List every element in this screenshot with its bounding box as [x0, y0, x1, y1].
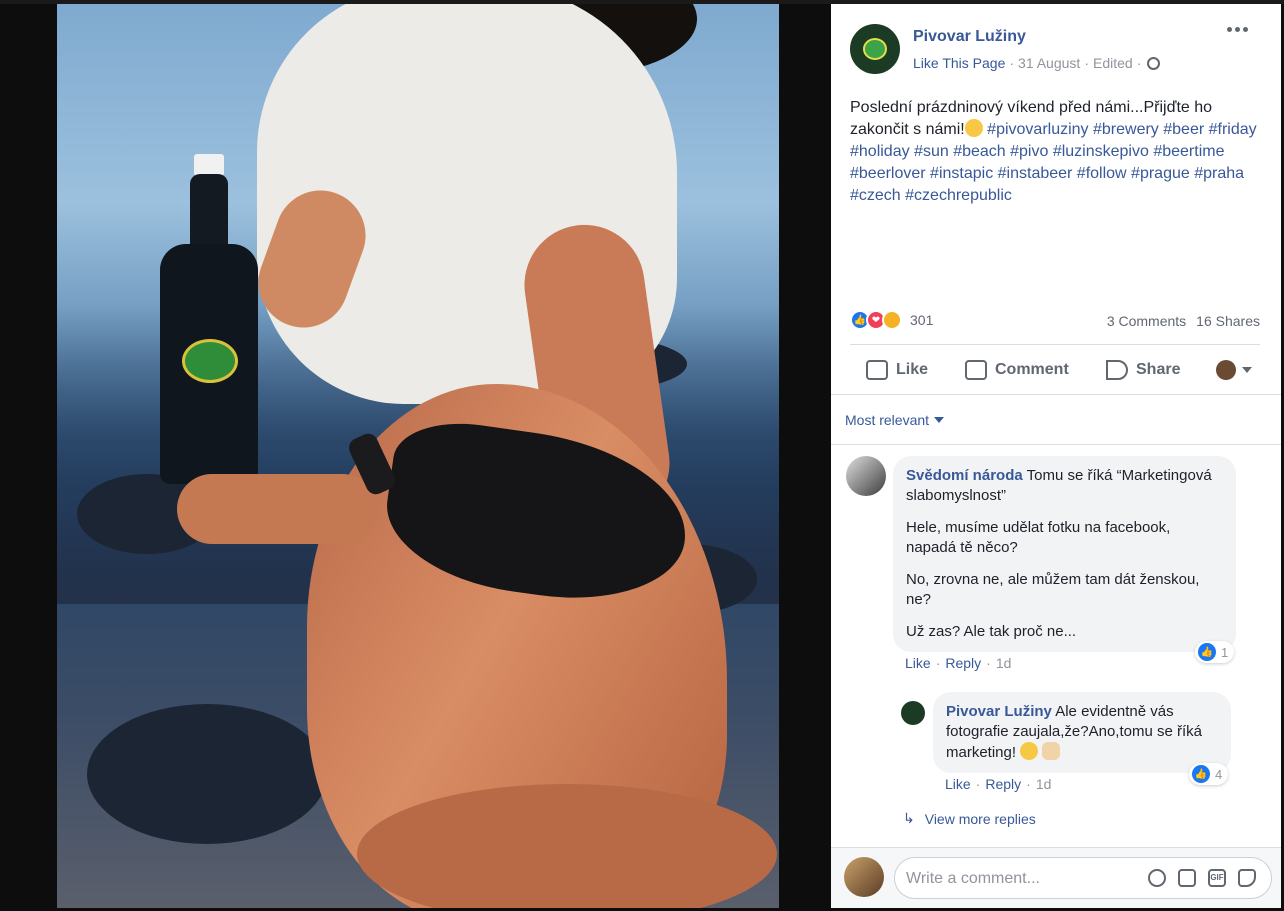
comment-text: No, zrovna ne, ale můžem tam dát ženskou… — [906, 571, 1200, 608]
reply-reactions[interactable]: 👍 4 — [1189, 763, 1229, 785]
share-label: Share — [1136, 361, 1181, 378]
composer-avatar[interactable] — [844, 857, 884, 897]
more-options-icon[interactable] — [1227, 27, 1248, 32]
camera-icon[interactable] — [1178, 869, 1196, 887]
like-button[interactable]: Like — [866, 360, 928, 380]
thumbs-up-icon — [866, 360, 888, 380]
like-reaction-icon: 👍 — [1198, 643, 1216, 661]
divider — [831, 394, 1281, 395]
commenter-avatar[interactable] — [846, 456, 886, 496]
reply-avatar[interactable] — [901, 701, 925, 725]
upside-down-face-emoji-icon — [964, 119, 983, 137]
gif-icon[interactable]: GIF — [1208, 869, 1226, 887]
brewery-logo-icon — [863, 38, 887, 60]
like-label: Like — [896, 361, 929, 378]
bottle-cap — [194, 154, 224, 176]
engagement-counts: 3 Comments 16 Shares — [1107, 313, 1260, 329]
page-avatar[interactable] — [850, 24, 900, 74]
view-more-replies-link[interactable]: ↳ View more replies — [903, 810, 1036, 827]
photo-rock — [87, 704, 327, 844]
reply-bubble: Pivovar Lužiny Ale evidentně vás fotogra… — [933, 692, 1231, 773]
comment-actions: Like · Reply · 1d — [905, 655, 1011, 671]
shares-count[interactable]: 16 Shares — [1196, 313, 1260, 329]
meta-separator: · — [1136, 55, 1142, 71]
meta-separator: · — [1009, 55, 1015, 71]
sort-label: Most relevant — [845, 412, 930, 428]
divider — [850, 344, 1260, 345]
bottle-neck — [190, 174, 228, 254]
meta-separator: · — [1084, 55, 1089, 71]
bottle-label — [182, 339, 238, 383]
comment-bubble: Svědomí národa Tomu se říká “Marketingov… — [893, 456, 1236, 652]
chevron-down-icon — [934, 417, 945, 423]
comment-label: Comment — [995, 361, 1069, 378]
post-side-panel: Pivovar Lužiny Like This Page · 31 Augus… — [831, 4, 1281, 908]
post-date[interactable]: 31 August — [1018, 55, 1080, 71]
photo-viewer: Pivovar Lužiny Like This Page · 31 Augus… — [0, 0, 1284, 911]
reply-reply-link[interactable]: Reply — [985, 776, 1021, 792]
reply-arrow-icon: ↳ — [903, 810, 915, 826]
actor-avatar — [1216, 360, 1236, 380]
actor-selector[interactable] — [1216, 360, 1252, 380]
comment-time[interactable]: 1d — [996, 655, 1012, 671]
comment-reply-link[interactable]: Reply — [945, 655, 981, 671]
emoji-icon[interactable] — [1148, 869, 1166, 887]
meta-separator: · — [975, 776, 981, 792]
chevron-down-icon — [1242, 367, 1252, 373]
meta-separator: · — [935, 655, 941, 671]
reply-author[interactable]: Pivovar Lužiny — [946, 703, 1052, 720]
reply-like-link[interactable]: Like — [945, 776, 971, 792]
comment-text: Hele, musíme udělat fotku na facebook, n… — [906, 519, 1171, 556]
post-text: Poslední prázdninový víkend před námi...… — [850, 97, 1260, 207]
share-arrow-icon — [1106, 360, 1128, 380]
speech-bubble-icon — [965, 360, 987, 380]
meta-separator: · — [1026, 776, 1031, 792]
globe-icon[interactable] — [1147, 56, 1161, 70]
wow-reaction-icon — [882, 310, 902, 330]
comment-author[interactable]: Svědomí národa — [906, 467, 1023, 484]
reply-reaction-count: 4 — [1215, 766, 1223, 782]
divider — [831, 444, 1281, 445]
post-photo[interactable] — [57, 4, 779, 908]
comment-like-link[interactable]: Like — [905, 655, 931, 671]
post-actions: Like Comment Share — [850, 352, 1260, 388]
reactions-summary[interactable]: 👍 ❤ 301 — [850, 310, 933, 330]
like-reaction-icon: 👍 — [1192, 765, 1210, 783]
beer-bottle — [160, 154, 258, 484]
view-more-label: View more replies — [924, 810, 1036, 827]
smiling-face-emoji-icon — [1020, 742, 1039, 760]
comment-reactions[interactable]: 👍 1 — [1195, 641, 1235, 663]
reply-actions: Like · Reply · 1d — [945, 776, 1051, 792]
share-button[interactable]: Share — [1106, 360, 1180, 380]
photo-hand — [177, 474, 377, 544]
meta-separator: · — [986, 655, 991, 671]
sticker-icon[interactable] — [1238, 869, 1256, 887]
comment-sort-dropdown[interactable]: Most relevant — [845, 412, 945, 428]
edited-label[interactable]: Edited — [1093, 55, 1133, 71]
comment-button[interactable]: Comment — [965, 360, 1069, 380]
comment-input[interactable]: Write a comment... GIF — [894, 857, 1272, 899]
page-name-link[interactable]: Pivovar Lužiny — [913, 28, 1026, 46]
comment-reaction-count: 1 — [1221, 644, 1229, 660]
reply-time[interactable]: 1d — [1036, 776, 1052, 792]
comment-placeholder: Write a comment... — [906, 870, 1040, 887]
comments-count[interactable]: 3 Comments — [1107, 313, 1186, 329]
post-meta: Like This Page · 31 August · Edited · — [913, 55, 1161, 71]
reaction-count[interactable]: 301 — [910, 312, 933, 328]
comment-text: Už zas? Ale tak proč ne... — [906, 623, 1077, 640]
like-page-link[interactable]: Like This Page — [913, 55, 1005, 71]
victory-hand-emoji-icon — [1042, 742, 1061, 760]
